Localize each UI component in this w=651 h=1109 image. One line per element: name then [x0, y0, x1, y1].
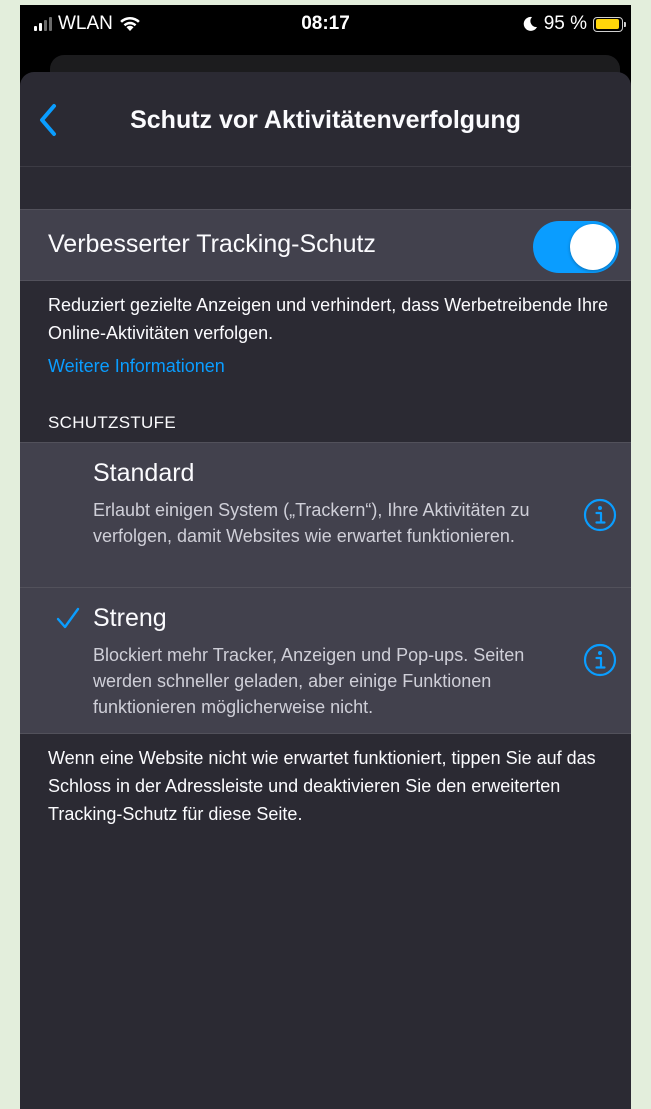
more-info-link[interactable]: Weitere Informationen [48, 352, 225, 380]
navigation-bar: Schutz vor Aktivitätenverfolgung [20, 72, 631, 167]
protection-level-header: SCHUTZSTUFE [48, 413, 176, 432]
tracking-protection-toggle[interactable] [533, 221, 619, 273]
status-right: 95 % [522, 13, 626, 35]
status-bar: WLAN 08:17 95 % [20, 5, 631, 45]
option-standard-description: Erlaubt einigen System („Trackern“), Ihr… [93, 500, 530, 546]
phone-screen: WLAN 08:17 95 % Schutz vor Aktivitätenve… [20, 5, 631, 1109]
protection-level-group: Standard Erlaubt einigen System („Tracke… [20, 442, 631, 734]
battery-percent: 95 % [543, 13, 587, 34]
tracking-protection-description: Reduziert gezielte Anzeigen und verhinde… [48, 295, 609, 343]
checkmark-icon [56, 607, 80, 629]
footer-note: Wenn eine Website nicht wie erwartet fun… [48, 748, 596, 824]
info-icon[interactable] [583, 498, 617, 532]
toggle-knob [570, 224, 616, 270]
battery-level-fill [595, 19, 620, 29]
info-icon[interactable] [583, 643, 617, 677]
option-strict-title: Streng [93, 604, 167, 632]
settings-sheet: Schutz vor Aktivitätenverfolgung Verbess… [20, 72, 631, 1109]
option-strict-description: Blockiert mehr Tracker, Anzeigen und Pop… [93, 645, 525, 717]
tracking-protection-row: Verbesserter Tracking-Schutz [20, 209, 631, 281]
battery-icon [593, 16, 626, 32]
option-standard-title: Standard [93, 459, 195, 487]
page-title: Schutz vor Aktivitätenverfolgung [130, 106, 521, 134]
tracking-protection-label: Verbesserter Tracking-Schutz [48, 230, 376, 258]
option-strict[interactable]: Streng Blockiert mehr Tracker, Anzeigen … [20, 588, 631, 732]
option-standard[interactable]: Standard Erlaubt einigen System („Tracke… [20, 443, 631, 587]
moon-icon [523, 16, 537, 31]
